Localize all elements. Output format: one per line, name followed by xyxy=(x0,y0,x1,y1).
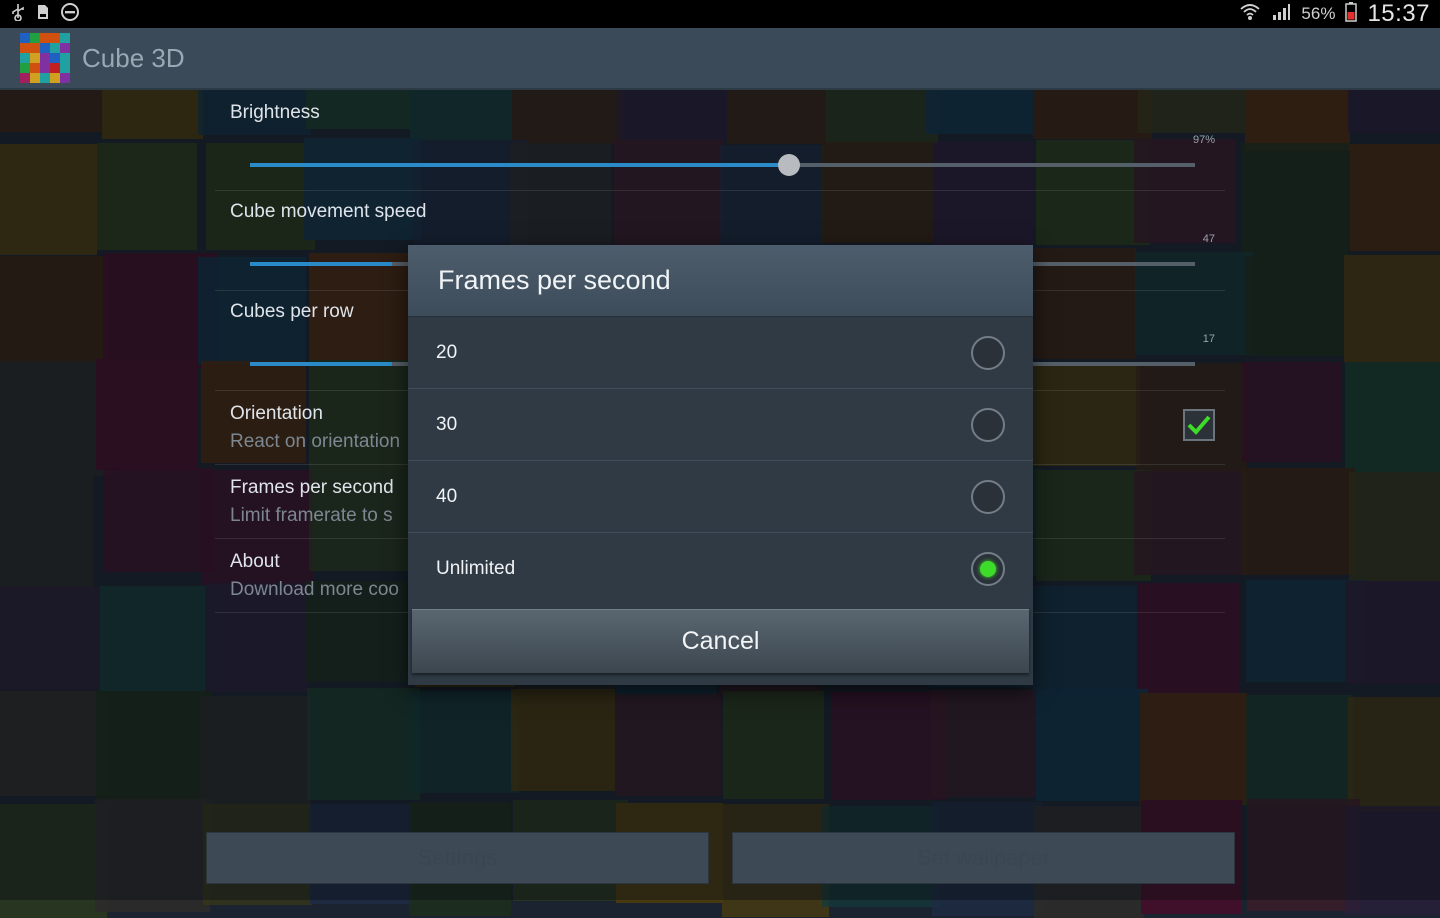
logo-tile xyxy=(60,63,70,73)
app-title: Cube 3D xyxy=(82,42,185,73)
radio-button[interactable] xyxy=(971,552,1005,586)
logo-tile xyxy=(30,63,40,73)
logo-tile xyxy=(50,43,60,53)
logo-tile xyxy=(20,33,30,43)
option-label: 40 xyxy=(436,485,458,507)
slider-thumb[interactable] xyxy=(777,154,800,176)
status-bar-left xyxy=(10,2,80,26)
slider-value: 97% xyxy=(1192,134,1215,146)
logo-tile xyxy=(20,73,30,83)
logo-tile xyxy=(50,33,60,43)
wifi-icon xyxy=(1239,3,1261,25)
usb-icon xyxy=(10,3,26,25)
logo-tile xyxy=(20,63,30,73)
option-label: Unlimited xyxy=(436,558,516,579)
logo-tile xyxy=(30,73,40,83)
action-bar: Cube 3D xyxy=(0,28,1440,90)
status-bar-right: 56% 15:37 xyxy=(1239,0,1430,28)
slider-fill xyxy=(250,163,789,167)
logo-tile xyxy=(60,43,70,53)
do-not-disturb-icon xyxy=(60,2,80,26)
cancel-button[interactable]: Cancel xyxy=(412,609,1029,673)
option-unlimited[interactable]: Unlimited xyxy=(408,533,1033,605)
option-label: 20 xyxy=(436,341,458,363)
logo-tile xyxy=(50,63,60,73)
settings-button[interactable]: Settings xyxy=(206,832,709,884)
pref-title: Cube movement speed xyxy=(230,201,427,222)
logo-tile xyxy=(40,43,50,53)
pref-title: Brightness xyxy=(230,102,320,123)
sd-card-icon xyxy=(36,4,50,24)
logo-tile xyxy=(50,73,60,83)
radio-button[interactable] xyxy=(971,407,1005,442)
battery-icon xyxy=(1345,2,1358,26)
radio-button[interactable] xyxy=(971,335,1005,370)
orientation-checkbox[interactable] xyxy=(1183,409,1215,441)
slider-value: 47 xyxy=(1202,233,1215,245)
radio-selected-dot xyxy=(980,561,996,577)
logo-tile xyxy=(30,53,40,63)
brightness-slider[interactable] xyxy=(250,154,1195,176)
option-40[interactable]: 40 xyxy=(408,461,1033,533)
logo-tile xyxy=(40,73,50,83)
logo-tile xyxy=(60,33,70,43)
clock: 15:37 xyxy=(1367,0,1430,27)
slider-fill xyxy=(250,262,392,266)
signal-icon xyxy=(1271,3,1291,25)
slider-value: 17 xyxy=(1202,333,1215,345)
radio-button[interactable] xyxy=(971,479,1005,514)
logo-tile xyxy=(40,63,50,73)
checkmark-icon xyxy=(1187,415,1211,435)
option-30[interactable]: 30 xyxy=(408,389,1033,461)
logo-tile xyxy=(20,43,30,53)
status-bar: 56% 15:37 xyxy=(0,0,1440,28)
option-label: 30 xyxy=(436,413,458,435)
slider-fill xyxy=(250,362,392,366)
cube-3d-logo xyxy=(20,33,70,83)
logo-tile xyxy=(60,73,70,83)
logo-tile xyxy=(40,33,50,43)
logo-tile xyxy=(40,53,50,63)
logo-tile xyxy=(60,53,70,63)
dialog-button-bar: Cancel xyxy=(408,605,1033,673)
battery-percentage: 56% xyxy=(1301,4,1336,23)
option-20[interactable]: 20 xyxy=(408,317,1033,389)
logo-tile xyxy=(30,43,40,53)
dialog-title: Frames per second xyxy=(408,245,1033,317)
pref-brightness[interactable]: Brightness 97% xyxy=(215,92,1225,191)
logo-tile xyxy=(50,53,60,63)
logo-tile xyxy=(30,33,40,43)
logo-tile xyxy=(20,53,30,63)
set-wallpaper-button[interactable]: Set wallpaper xyxy=(732,832,1235,884)
fps-dialog: Frames per second 20 30 40 Unlimited Can… xyxy=(408,245,1033,685)
